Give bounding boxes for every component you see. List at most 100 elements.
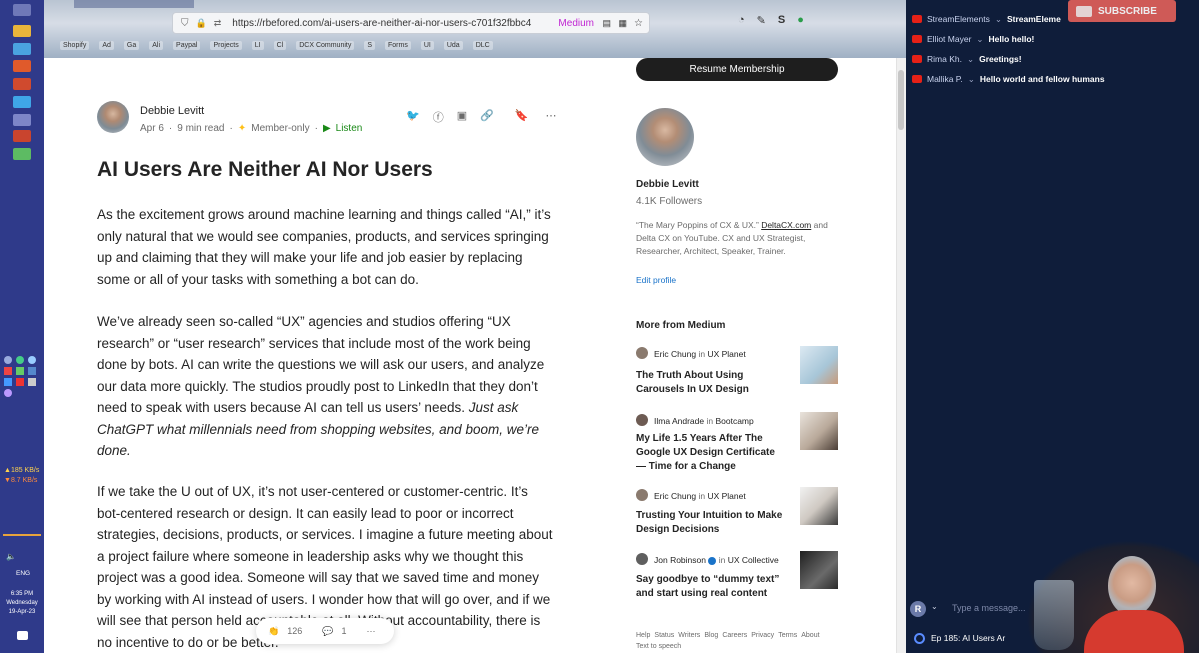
author-profile-photo[interactable]: [636, 108, 694, 166]
article-meta: Apr 6 · 9 min read · ✦ Member-only · ▶ L…: [140, 123, 363, 134]
story-title[interactable]: My Life 1.5 Years After The Google UX De…: [636, 432, 786, 474]
member-only-label: Member-only: [251, 123, 310, 134]
clock[interactable]: 6:35 PM Wednesday 19-Apr-23: [0, 590, 44, 617]
bookmark-item[interactable]: S: [364, 40, 376, 50]
taskbar-app-icon[interactable]: [13, 114, 31, 126]
taskbar-app-icon[interactable]: [13, 130, 31, 142]
chat-username[interactable]: Mallika P.: [927, 74, 963, 84]
bookmark-item[interactable]: Uda: [443, 40, 463, 50]
bookmark-item[interactable]: Shopify: [60, 40, 90, 50]
chat-username[interactable]: StreamElements: [927, 14, 990, 24]
footer-link[interactable]: Blog: [704, 632, 718, 639]
play-icon[interactable]: ▶: [323, 123, 331, 134]
clap-icon[interactable]: 👏: [268, 626, 279, 637]
chat-text: StreamEleme: [1006, 14, 1061, 24]
story-thumbnail[interactable]: [800, 487, 838, 525]
bookmark-item[interactable]: Projects: [210, 40, 242, 50]
chevron-down-icon[interactable]: ⌄: [968, 74, 975, 85]
page-scrollbar[interactable]: [896, 58, 906, 653]
story-thumbnail[interactable]: [800, 412, 838, 450]
twitter-icon[interactable]: 🐦: [406, 109, 420, 125]
reader-icon[interactable]: ▤: [602, 18, 611, 29]
s-extension-icon[interactable]: S: [778, 14, 785, 27]
green-extension-icon[interactable]: ●: [797, 14, 804, 27]
chevron-down-icon[interactable]: ⌄: [976, 34, 983, 45]
facebook-icon[interactable]: ⓕ: [433, 109, 444, 125]
bookmark-item[interactable]: LI: [251, 40, 264, 50]
story-card[interactable]: Ilma Andrade in Bootcamp My Life 1.5 Yea…: [636, 412, 838, 480]
story-card[interactable]: Eric Chung in UX Planet Trusting Your In…: [636, 487, 838, 541]
chevron-down-icon[interactable]: ⌄: [967, 54, 974, 65]
story-card[interactable]: Jon Robinson in UX Collective Say goodby…: [636, 551, 838, 605]
language-indicator[interactable]: ENG: [16, 570, 30, 577]
story-title[interactable]: Say goodbye to “dummy text” and start us…: [636, 573, 786, 601]
volume-icon[interactable]: 🔈: [6, 552, 16, 561]
footer-link[interactable]: Status: [654, 632, 674, 639]
author-name[interactable]: Debbie Levitt: [140, 105, 204, 117]
history-icon[interactable]: ◔: [738, 14, 745, 27]
link-icon[interactable]: 🔗: [480, 109, 494, 125]
footer-link[interactable]: About: [801, 632, 819, 639]
footer-link[interactable]: Privacy: [751, 632, 774, 639]
story-byline: Jon Robinson in UX Collective: [654, 555, 779, 565]
author-avatar[interactable]: [97, 101, 129, 133]
taskbar-app-icon[interactable]: [13, 60, 31, 72]
story-title[interactable]: Trusting Your Intuition to Make Design D…: [636, 509, 786, 537]
chevron-down-icon[interactable]: ⌄: [995, 14, 1002, 25]
save-bookmark-icon[interactable]: 🔖: [515, 109, 529, 125]
story-thumbnail[interactable]: [800, 346, 838, 384]
chat-message-input[interactable]: Type a message...: [952, 603, 1026, 613]
story-thumbnail[interactable]: [800, 551, 838, 589]
lock-icon[interactable]: 🔒: [196, 18, 207, 29]
chevron-down-icon[interactable]: ⌄: [931, 602, 938, 611]
taskbar-app-icon[interactable]: [13, 96, 31, 108]
bookmark-item[interactable]: DCX Community: [296, 40, 355, 50]
address-bar[interactable]: ⛉ 🔒 ⇄ https://rbefored.com/ai-users-are-…: [172, 12, 650, 34]
now-playing-title: Ep 185: AI Users Ar: [931, 633, 1006, 643]
footer-link[interactable]: Help: [636, 632, 650, 639]
comment-icon[interactable]: 💬: [322, 626, 333, 637]
scrollbar-thumb[interactable]: [898, 70, 904, 130]
chat-username[interactable]: Rima Kh.: [927, 54, 962, 64]
bookmark-item[interactable]: Ad: [99, 40, 114, 50]
taskbar-app-icon[interactable]: [13, 43, 31, 55]
bookmark-item[interactable]: Ali: [149, 40, 164, 50]
bookmark-item[interactable]: Forms: [385, 40, 411, 50]
bio-link[interactable]: DeltaCX.com: [761, 220, 811, 230]
footer-link[interactable]: Terms: [778, 632, 797, 639]
bookmark-item[interactable]: UI: [420, 40, 434, 50]
chat-username[interactable]: Elliot Mayer: [927, 34, 971, 44]
story-card[interactable]: Eric Chung in UX Planet The Truth About …: [636, 346, 838, 399]
url-text[interactable]: https://rbefored.com/ai-users-are-neithe…: [232, 18, 531, 29]
listen-button[interactable]: Listen: [336, 123, 363, 134]
notification-icon[interactable]: [17, 631, 28, 640]
permissions-icon[interactable]: ⇄: [214, 18, 222, 29]
resume-membership-button[interactable]: Resume Membership: [636, 58, 838, 81]
bookmark-item[interactable]: Paypal: [173, 40, 201, 50]
sidebar-author-name[interactable]: Debbie Levitt: [636, 179, 699, 190]
bookmark-item[interactable]: DLC: [472, 40, 493, 50]
linkedin-icon[interactable]: ▣: [457, 109, 467, 125]
bookmark-item[interactable]: Ga: [123, 40, 140, 50]
shield-icon[interactable]: ⛉: [181, 18, 189, 29]
medium-tab-label[interactable]: Medium: [558, 18, 594, 29]
text-to-speech-link[interactable]: Text to speech: [636, 643, 681, 650]
extensions-icon[interactable]: ▦: [618, 18, 627, 29]
net-down-value: 8.7 KB/s: [10, 477, 38, 484]
taskbar-app-icon[interactable]: [13, 4, 31, 16]
taskbar-app-icon[interactable]: [13, 78, 31, 90]
bookmark-star-icon[interactable]: ☆: [634, 18, 643, 29]
stream-overlay: SUBSCRIBE StreamElements ⌄ StreamEleme Elli…: [906, 0, 1199, 653]
presenter-shirt: [1084, 610, 1184, 653]
more-options-icon[interactable]: ⋯: [546, 109, 557, 125]
edit-profile-link[interactable]: Edit profile: [636, 275, 676, 285]
taskbar-app-icon[interactable]: [13, 148, 31, 160]
pen-icon[interactable]: ✎: [757, 14, 766, 27]
story-title[interactable]: The Truth About Using Carousels In UX De…: [636, 369, 766, 397]
youtube-icon: [912, 15, 922, 23]
more-icon[interactable]: ⋯: [366, 626, 375, 637]
bookmark-item[interactable]: Cl: [273, 40, 287, 50]
footer-link[interactable]: Careers: [722, 632, 747, 639]
footer-link[interactable]: Writers: [678, 632, 700, 639]
taskbar-app-icon[interactable]: [13, 25, 31, 37]
